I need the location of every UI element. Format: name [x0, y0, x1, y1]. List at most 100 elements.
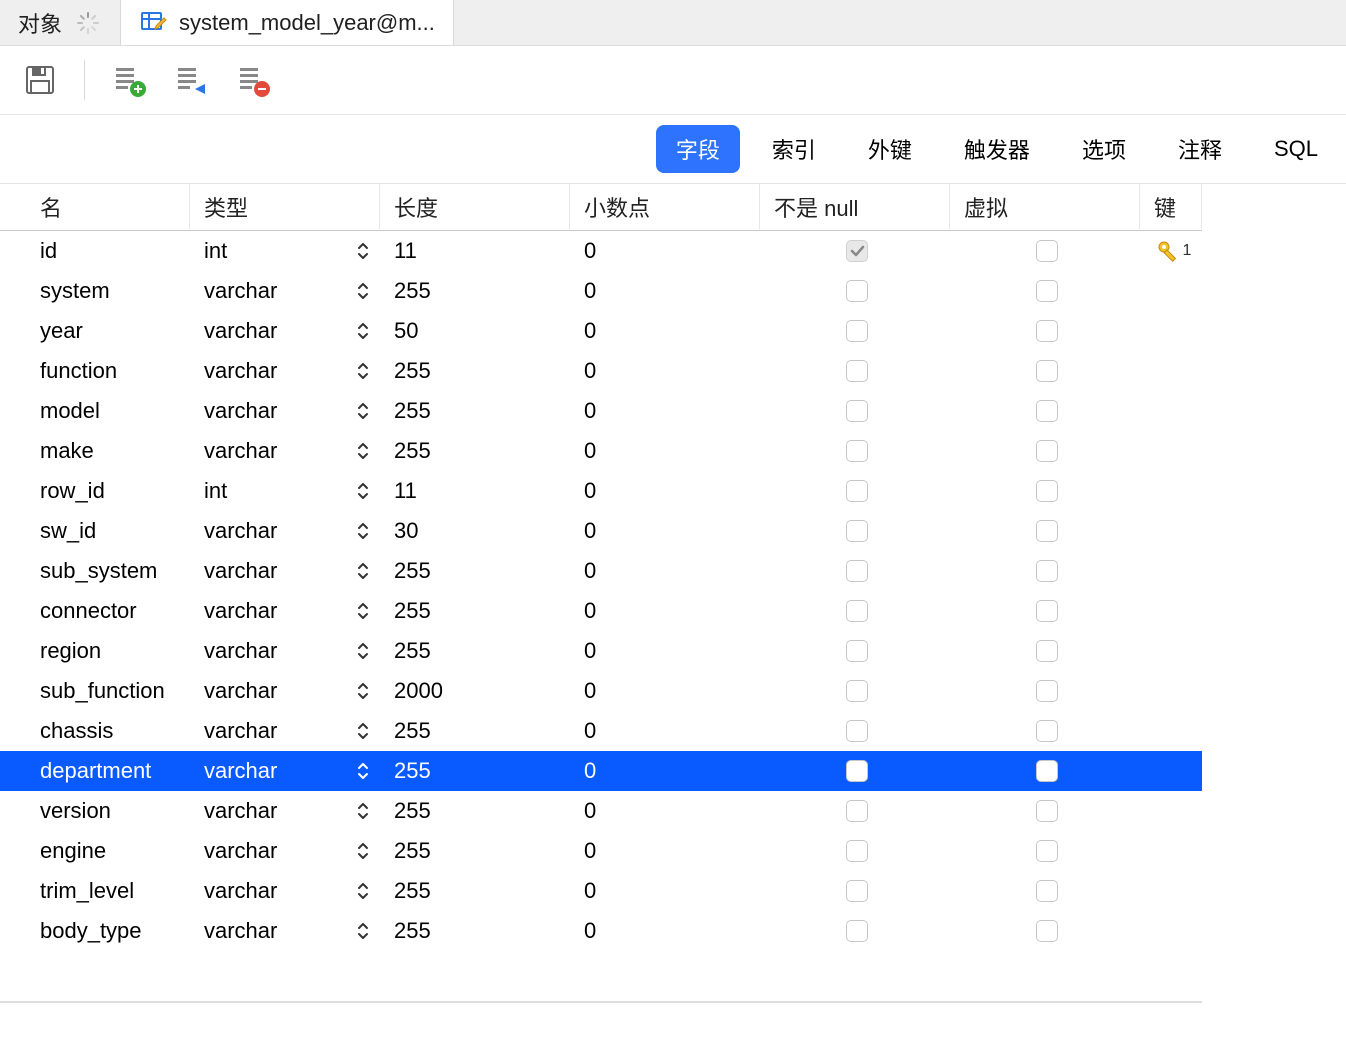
field-length-cell[interactable]: 255 — [380, 431, 570, 471]
field-length-cell[interactable]: 255 — [380, 791, 570, 831]
field-type-cell[interactable]: varchar — [190, 791, 380, 831]
field-key-cell[interactable]: 1 — [1140, 231, 1202, 271]
field-length-cell[interactable]: 30 — [380, 511, 570, 551]
checkbox[interactable] — [846, 800, 868, 822]
field-length-cell[interactable]: 255 — [380, 391, 570, 431]
field-name-cell[interactable]: model — [0, 391, 190, 431]
field-key-cell[interactable] — [1140, 871, 1202, 911]
field-type-cell[interactable]: varchar — [190, 351, 380, 391]
col-header-virtual[interactable]: 虚拟 — [950, 184, 1140, 231]
field-notnull-cell[interactable] — [760, 351, 950, 391]
stepper-icon[interactable] — [354, 522, 372, 540]
field-decimal-cell[interactable]: 0 — [570, 631, 760, 671]
checkbox[interactable] — [846, 920, 868, 942]
stepper-icon[interactable] — [354, 722, 372, 740]
tab-indexes[interactable]: 索引 — [752, 125, 836, 173]
field-length-cell[interactable]: 50 — [380, 311, 570, 351]
stepper-icon[interactable] — [354, 482, 372, 500]
field-name-cell[interactable]: department — [0, 751, 190, 791]
field-virtual-cell[interactable] — [950, 391, 1140, 431]
field-decimal-cell[interactable]: 0 — [570, 551, 760, 591]
field-virtual-cell[interactable] — [950, 471, 1140, 511]
field-decimal-cell[interactable]: 0 — [570, 311, 760, 351]
field-name-cell[interactable]: row_id — [0, 471, 190, 511]
stepper-icon[interactable] — [354, 922, 372, 940]
stepper-icon[interactable] — [354, 322, 372, 340]
checkbox[interactable] — [846, 720, 868, 742]
field-key-cell[interactable] — [1140, 471, 1202, 511]
field-notnull-cell[interactable] — [760, 271, 950, 311]
checkbox[interactable] — [1036, 280, 1058, 302]
field-key-cell[interactable] — [1140, 511, 1202, 551]
field-notnull-cell[interactable] — [760, 791, 950, 831]
field-type-cell[interactable]: varchar — [190, 431, 380, 471]
field-virtual-cell[interactable] — [950, 831, 1140, 871]
field-name-cell[interactable]: version — [0, 791, 190, 831]
checkbox[interactable] — [846, 680, 868, 702]
tab-fields[interactable]: 字段 — [656, 125, 740, 173]
field-virtual-cell[interactable] — [950, 431, 1140, 471]
stepper-icon[interactable] — [354, 842, 372, 860]
tab-options[interactable]: 选项 — [1062, 125, 1146, 173]
stepper-icon[interactable] — [354, 242, 372, 260]
field-type-cell[interactable]: varchar — [190, 511, 380, 551]
tab-foreign-keys[interactable]: 外键 — [848, 125, 932, 173]
field-decimal-cell[interactable]: 0 — [570, 431, 760, 471]
checkbox[interactable] — [846, 560, 868, 582]
field-key-cell[interactable] — [1140, 791, 1202, 831]
checkbox[interactable] — [846, 400, 868, 422]
tab-triggers[interactable]: 触发器 — [944, 125, 1050, 173]
field-type-cell[interactable]: varchar — [190, 631, 380, 671]
checkbox[interactable] — [1036, 880, 1058, 902]
field-notnull-cell[interactable] — [760, 831, 950, 871]
field-notnull-cell[interactable] — [760, 551, 950, 591]
field-key-cell[interactable] — [1140, 831, 1202, 871]
field-key-cell[interactable] — [1140, 271, 1202, 311]
field-length-cell[interactable]: 255 — [380, 271, 570, 311]
checkbox[interactable] — [846, 320, 868, 342]
field-name-cell[interactable]: year — [0, 311, 190, 351]
field-type-cell[interactable]: varchar — [190, 591, 380, 631]
field-name-cell[interactable]: chassis — [0, 711, 190, 751]
checkbox[interactable] — [846, 280, 868, 302]
col-header-name[interactable]: 名 — [0, 184, 190, 231]
field-decimal-cell[interactable]: 0 — [570, 351, 760, 391]
field-type-cell[interactable]: int — [190, 471, 380, 511]
field-decimal-cell[interactable]: 0 — [570, 231, 760, 271]
field-notnull-cell[interactable] — [760, 671, 950, 711]
checkbox[interactable] — [1036, 360, 1058, 382]
field-virtual-cell[interactable] — [950, 231, 1140, 271]
field-length-cell[interactable]: 255 — [380, 871, 570, 911]
field-virtual-cell[interactable] — [950, 671, 1140, 711]
checkbox[interactable] — [1036, 720, 1058, 742]
checkbox[interactable] — [846, 600, 868, 622]
field-length-cell[interactable]: 255 — [380, 711, 570, 751]
field-length-cell[interactable]: 255 — [380, 631, 570, 671]
insert-field-button[interactable] — [173, 62, 209, 98]
field-name-cell[interactable]: engine — [0, 831, 190, 871]
stepper-icon[interactable] — [354, 802, 372, 820]
col-header-key[interactable]: 键 — [1140, 184, 1202, 231]
field-virtual-cell[interactable] — [950, 271, 1140, 311]
field-notnull-cell[interactable] — [760, 471, 950, 511]
field-name-cell[interactable]: make — [0, 431, 190, 471]
field-decimal-cell[interactable]: 0 — [570, 671, 760, 711]
checkbox[interactable] — [846, 240, 868, 262]
field-key-cell[interactable] — [1140, 391, 1202, 431]
checkbox[interactable] — [846, 360, 868, 382]
field-key-cell[interactable] — [1140, 431, 1202, 471]
field-length-cell[interactable]: 11 — [380, 471, 570, 511]
field-name-cell[interactable]: connector — [0, 591, 190, 631]
field-name-cell[interactable]: body_type — [0, 911, 190, 951]
field-length-cell[interactable]: 255 — [380, 911, 570, 951]
field-length-cell[interactable]: 255 — [380, 751, 570, 791]
field-key-cell[interactable] — [1140, 551, 1202, 591]
stepper-icon[interactable] — [354, 642, 372, 660]
stepper-icon[interactable] — [354, 362, 372, 380]
tab-table-editor[interactable]: system_model_year@m... — [121, 0, 454, 45]
field-type-cell[interactable]: int — [190, 231, 380, 271]
field-name-cell[interactable]: id — [0, 231, 190, 271]
field-key-cell[interactable] — [1140, 751, 1202, 791]
stepper-icon[interactable] — [354, 562, 372, 580]
field-decimal-cell[interactable]: 0 — [570, 391, 760, 431]
